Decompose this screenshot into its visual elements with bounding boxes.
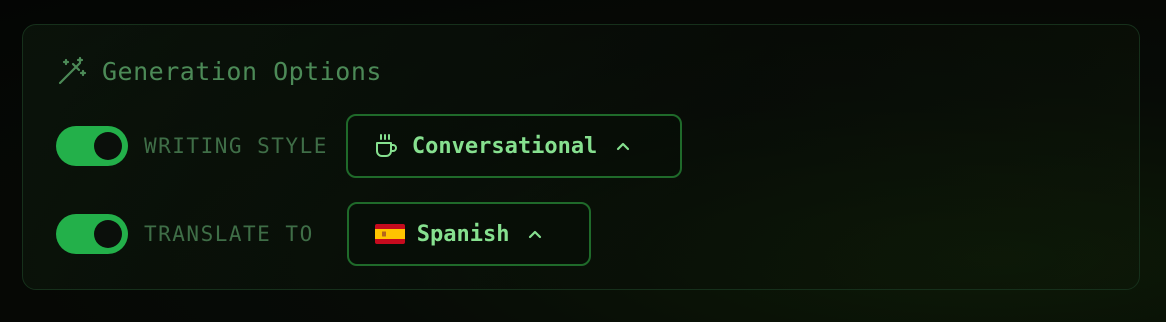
writing-style-label: WRITING STYLE: [144, 134, 328, 158]
language-select[interactable]: Spanish: [346, 202, 591, 266]
translate-row: TRANSLATE TO Spanish: [56, 202, 591, 266]
chevron-up-icon: [527, 226, 543, 242]
chevron-up-icon: [615, 138, 631, 154]
translate-label: TRANSLATE TO: [144, 222, 314, 246]
toggle-knob: [94, 132, 122, 160]
spain-flag-icon: [374, 224, 405, 244]
magic-wand-icon: [56, 55, 88, 87]
translate-toggle[interactable]: [56, 214, 128, 254]
language-value: Spanish: [416, 221, 510, 247]
writing-style-select[interactable]: Conversational: [345, 114, 682, 178]
writing-style-value: Conversational: [411, 133, 598, 159]
toggle-knob: [94, 220, 122, 248]
panel-header: Generation Options: [56, 52, 382, 90]
writing-style-toggle[interactable]: [56, 126, 128, 166]
panel-title: Generation Options: [102, 56, 382, 86]
coffee-cup-icon: [372, 132, 400, 160]
writing-style-row: WRITING STYLE Conversational: [56, 114, 682, 178]
